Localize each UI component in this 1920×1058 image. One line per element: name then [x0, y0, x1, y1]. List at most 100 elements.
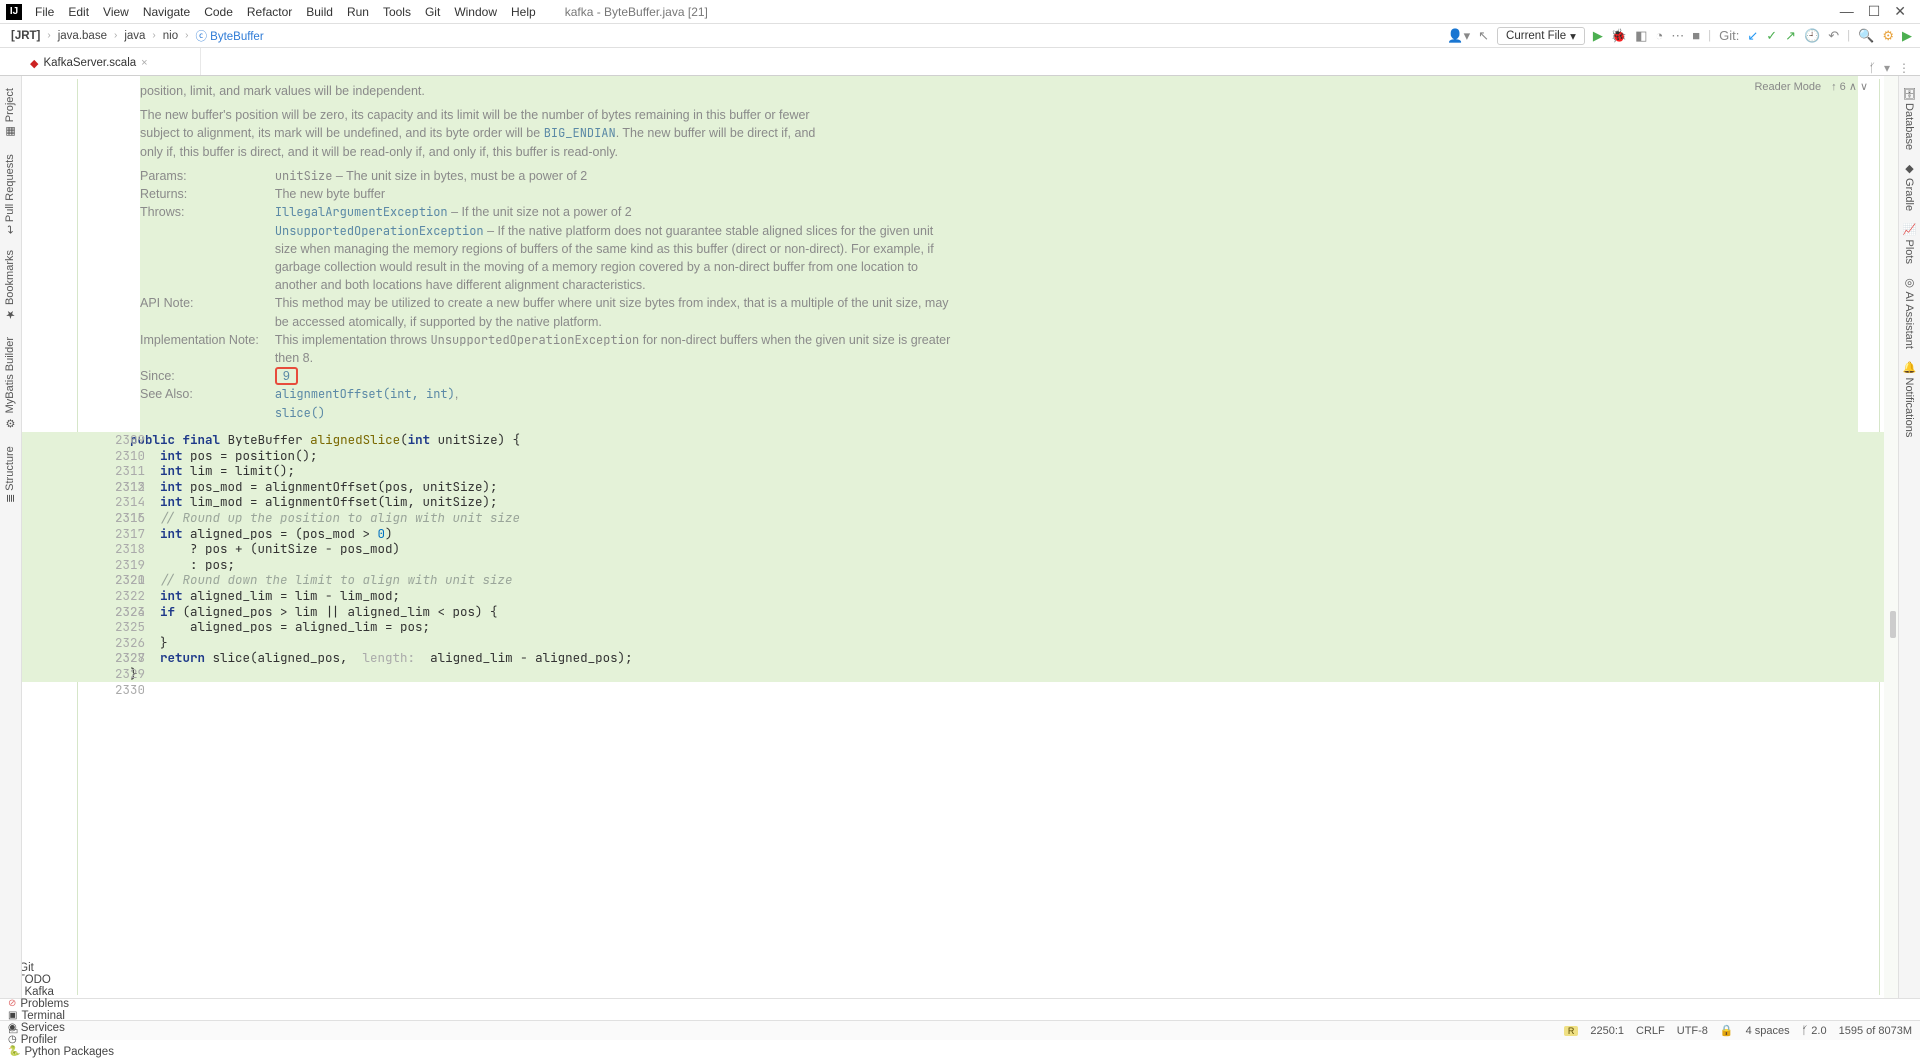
breadcrumb-root[interactable]: [JRT] [8, 29, 43, 43]
menu-git[interactable]: Git [418, 3, 447, 21]
editor[interactable]: Reader Mode ↑ 6 ∧ ∨ position, limit, and… [22, 76, 1898, 998]
close-tab-icon[interactable]: × [141, 57, 147, 69]
code-line[interactable]: 2309 public final ByteBuffer alignedSlic… [100, 432, 1898, 448]
menu-run[interactable]: Run [340, 3, 376, 21]
tool-plots[interactable]: 📈 Plots [1903, 217, 1916, 270]
vcs-widget-icon[interactable]: ᚶ [1869, 61, 1876, 75]
main-area: ▦ Project↩ Pull Requests★ Bookmarks⚙ MyB… [0, 76, 1920, 998]
code-line[interactable]: 2326 } [100, 635, 1898, 651]
tool-ai-assistant[interactable]: ◎ AI Assistant [1903, 270, 1916, 355]
menu-edit[interactable]: Edit [61, 3, 96, 21]
stop-icon[interactable]: ■ [1692, 28, 1700, 43]
debug-icon[interactable]: 🐞 [1611, 28, 1627, 44]
breadcrumb-part[interactable]: java [121, 29, 148, 43]
reader-mode-widget[interactable]: Reader Mode ↑ 6 ∧ ∨ [1754, 80, 1868, 93]
menu-build[interactable]: Build [299, 3, 340, 21]
readonly-indicator[interactable]: R [1564, 1026, 1579, 1036]
line-number: 2314 [100, 494, 155, 510]
execute-icon[interactable]: ▶ [1902, 28, 1912, 44]
menu-code[interactable]: Code [197, 3, 240, 21]
tool-mybatis-builder[interactable]: ⚙ MyBatis Builder [4, 329, 17, 437]
minimize-icon[interactable]: — [1840, 3, 1854, 20]
code-line[interactable]: 2314 int lim_mod = alignmentOffset(lim, … [100, 494, 1898, 510]
code-line[interactable]: 2319 : pos; [100, 557, 1898, 573]
lock-icon[interactable]: 🔒 [1720, 1024, 1734, 1037]
menu-view[interactable]: View [96, 3, 136, 21]
ide-settings-icon[interactable]: ⚙ [1882, 28, 1894, 44]
tool-python-packages[interactable]: 🐍 Python Packages [8, 1046, 114, 1058]
line-number: 2325 [100, 619, 155, 635]
bottom-toolbar: ψ Git≡ TODO🪶 Kafka⊘ Problems▣ Terminal◉ … [0, 998, 1920, 1020]
status-line-sep[interactable]: CRLF [1636, 1025, 1665, 1037]
code-area[interactable]: 2309 public final ByteBuffer alignedSlic… [22, 432, 1898, 682]
git-history-icon[interactable]: 🕘 [1804, 28, 1820, 44]
line-number: 2309 [100, 432, 155, 448]
python-packages-icon: 🐍 [8, 1046, 20, 1057]
tool-database[interactable]: 🗄 Database [1903, 80, 1916, 156]
status-git-branch[interactable]: ᚶ 2.0 [1802, 1025, 1827, 1037]
code-line[interactable]: 2321 // Round down the limit to align wi… [100, 572, 1898, 588]
menu-file[interactable]: File [28, 3, 61, 21]
tool-services[interactable]: ◉ Services [8, 1022, 114, 1034]
breadcrumb-part[interactable]: java.base [55, 29, 110, 43]
user-icon[interactable]: 👤▾ [1447, 28, 1470, 44]
code-line[interactable]: 2324 if (aligned_pos > lim || aligned_li… [100, 604, 1898, 620]
code-line[interactable]: 2329 } [100, 666, 1898, 682]
breadcrumb-class[interactable]: ⓒ ByteBuffer [192, 27, 266, 45]
more-tabs-icon[interactable]: ⋮ [1898, 61, 1910, 75]
git-push-icon[interactable]: ↗ [1785, 28, 1796, 44]
line-number: 2322 [100, 588, 155, 604]
tool-structure[interactable]: ≣ Structure [4, 438, 17, 511]
status-caret[interactable]: 2250:1 [1590, 1025, 1624, 1037]
search-icon[interactable]: 🔍 [1858, 28, 1874, 44]
breadcrumb-part[interactable]: nio [160, 29, 181, 43]
status-indent[interactable]: 4 spaces [1746, 1025, 1790, 1037]
menu-window[interactable]: Window [447, 3, 504, 21]
file-icon: ◆ [30, 57, 38, 70]
tool-bookmarks[interactable]: ★ Bookmarks [4, 242, 17, 329]
more-run-icon[interactable]: ⋯ [1671, 28, 1684, 44]
app-icon: IJ [6, 4, 22, 20]
code-line[interactable]: 2325 aligned_pos = aligned_lim = pos; [100, 619, 1898, 635]
tool-terminal[interactable]: ▣ Terminal [8, 1010, 114, 1022]
tool-gradle[interactable]: ◆ Gradle [1903, 156, 1916, 217]
back-icon[interactable]: ↖ [1478, 28, 1489, 44]
tool-pull-requests[interactable]: ↩ Pull Requests [4, 146, 17, 242]
tool-project[interactable]: ▦ Project [4, 80, 17, 146]
git-label: Git: [1719, 28, 1739, 43]
tool-notifications[interactable]: 🔔 Notifications [1903, 355, 1916, 443]
code-line[interactable]: 2313 int pos_mod = alignmentOffset(pos, … [100, 479, 1898, 495]
status-tooltip-icon[interactable]: ▭ [8, 1024, 18, 1037]
menu-help[interactable]: Help [504, 3, 543, 21]
menu-navigate[interactable]: Navigate [136, 3, 197, 21]
maximize-icon[interactable]: ☐ [1868, 3, 1881, 20]
problems-icon: ⊘ [8, 998, 16, 1009]
code-line[interactable]: 2328 return slice(aligned_pos, length: a… [100, 650, 1898, 666]
line-number: 2324 [100, 604, 155, 620]
git-commit-icon[interactable]: ✓ [1766, 28, 1777, 44]
status-encoding[interactable]: UTF-8 [1677, 1025, 1708, 1037]
chevron-down-icon[interactable]: ▾ [1884, 61, 1890, 75]
coverage-icon[interactable]: ◧ [1635, 28, 1647, 44]
code-line[interactable]: 2316 // Round up the position to align w… [100, 510, 1898, 526]
tool-problems[interactable]: ⊘ Problems [8, 998, 114, 1010]
code-line[interactable]: 2317 int aligned_pos = (pos_mod > 0) [100, 526, 1898, 542]
code-line[interactable]: 2322 int aligned_lim = lim - lim_mod; [100, 588, 1898, 604]
run-config-selector[interactable]: Current File ▾ [1497, 27, 1585, 45]
scroll-thumb[interactable] [1890, 611, 1896, 639]
overview-ruler[interactable] [1884, 76, 1898, 998]
status-memory[interactable]: 1595 of 8073M [1839, 1025, 1912, 1037]
git-rollback-icon[interactable]: ↶ [1828, 28, 1839, 44]
code-line[interactable]: 2310 int pos = position(); [100, 448, 1898, 464]
tab-kafkaserver-scala[interactable]: ◆KafkaServer.scala× [22, 51, 201, 75]
menu-refactor[interactable]: Refactor [240, 3, 299, 21]
run-icon[interactable]: ▶ [1593, 28, 1603, 44]
code-line[interactable]: 2318 ? pos + (unitSize - pos_mod) [100, 541, 1898, 557]
profile-icon[interactable]: ◔ [1655, 28, 1663, 43]
git-update-icon[interactable]: ↙ [1747, 28, 1758, 44]
code-line[interactable]: 2311 int lim = limit(); [100, 463, 1898, 479]
line-number: 2318 [100, 541, 155, 557]
line-number: 2321 [100, 572, 155, 588]
close-icon[interactable]: ✕ [1894, 3, 1906, 20]
menu-tools[interactable]: Tools [376, 3, 418, 21]
